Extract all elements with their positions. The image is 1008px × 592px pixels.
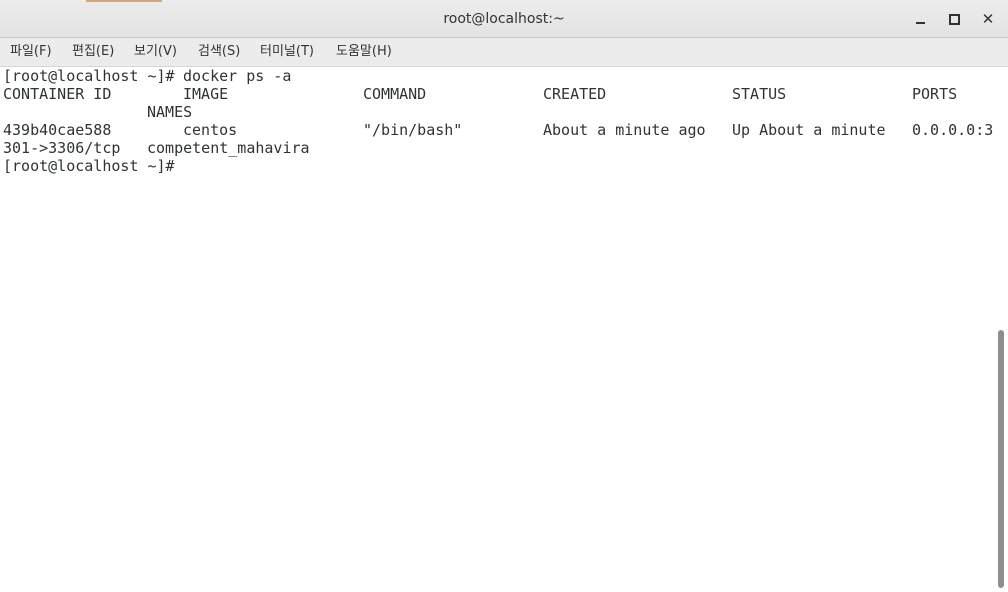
menu-file[interactable]: 파일(F) (10, 38, 52, 66)
maximize-icon (948, 13, 960, 25)
typed-command: docker ps -a (183, 67, 292, 85)
menu-edit[interactable]: 편집(E) (72, 38, 114, 66)
maximize-button[interactable] (943, 8, 965, 30)
minimize-icon (915, 21, 925, 24)
cell-image: centos (183, 121, 238, 139)
cell-container-id: 439b40cae588 (3, 121, 112, 139)
terminal-output[interactable]: [root@localhost ~]# docker ps -a CONTAIN… (0, 67, 996, 592)
header-created: CREATED (543, 85, 607, 103)
menu-terminal[interactable]: 터미널(T) (260, 38, 314, 66)
shell-prompt: [root@localhost ~]# (3, 67, 175, 85)
close-icon: ✕ (981, 10, 995, 28)
header-image: IMAGE (183, 85, 229, 103)
header-ports: PORTS (912, 85, 958, 103)
menu-view[interactable]: 보기(V) (134, 38, 177, 66)
cell-command: "/bin/bash" (363, 121, 463, 139)
menu-bar: 파일(F) 편집(E) 보기(V) 검색(S) 터미널(T) 도움말(H) (0, 38, 1008, 67)
menu-search[interactable]: 검색(S) (198, 38, 240, 66)
minimize-button[interactable] (909, 8, 931, 30)
scrollbar-thumb[interactable] (998, 330, 1004, 588)
shell-prompt-current: [root@localhost ~]# (3, 157, 175, 175)
terminal-window: root@localhost:~ ✕ 파일(F) 편집(E) 보기(V) 검색(… (0, 0, 1008, 592)
cell-created: About a minute ago (543, 121, 706, 139)
header-status: STATUS (732, 85, 787, 103)
window-title: root@localhost:~ (443, 11, 565, 27)
title-bar[interactable]: root@localhost:~ ✕ (0, 0, 1008, 38)
cell-ports-end: 301->3306/tcp (3, 139, 121, 157)
cell-names: competent_mahavira (147, 139, 310, 157)
header-command: COMMAND (363, 85, 427, 103)
header-container-id: CONTAINER ID (3, 85, 112, 103)
cell-ports-start: 0.0.0.0:3 (912, 121, 994, 139)
menu-help[interactable]: 도움말(H) (336, 38, 392, 66)
header-names: NAMES (147, 103, 193, 121)
scrollbar[interactable] (996, 67, 1008, 592)
close-button[interactable]: ✕ (977, 8, 999, 30)
cell-status: Up About a minute (732, 121, 886, 139)
